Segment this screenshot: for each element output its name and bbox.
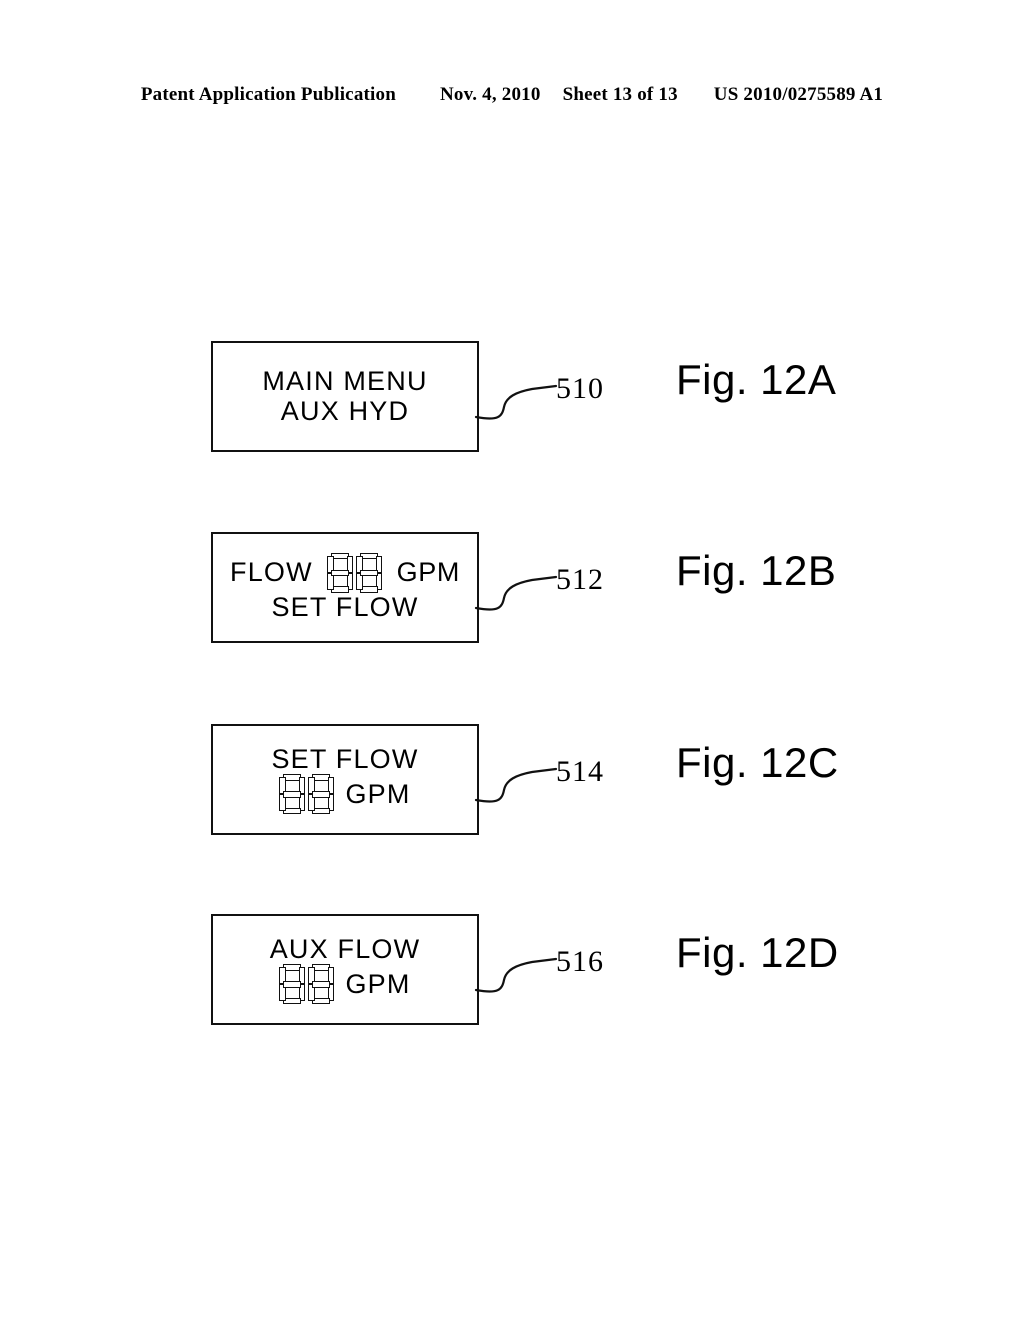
seven-segment-digit: [356, 552, 383, 593]
seven-segment-digits: [327, 552, 383, 593]
reference-numeral: 510: [556, 372, 604, 405]
display-screen-510: MAIN MENU AUX HYD: [211, 341, 479, 452]
patent-header: Patent Application Publication Nov. 4, 2…: [0, 84, 1024, 106]
display-line-2: GPM: [279, 774, 411, 815]
header-date: Nov. 4, 2010: [440, 84, 541, 105]
reference-numeral: 514: [556, 755, 604, 788]
reference-numeral: 512: [556, 563, 604, 596]
display-text: SET FLOW: [271, 591, 419, 622]
display-screen-516: AUX FLOW GPM: [211, 914, 479, 1025]
display-line-1: AUX FLOW: [269, 933, 421, 964]
header-patent-number: US 2010/0275589 A1: [713, 84, 884, 105]
reference-numeral: 516: [556, 945, 604, 978]
figure-caption: Fig. 12A: [676, 356, 837, 403]
segment-g: [331, 569, 350, 577]
seven-segment-digit: [279, 774, 306, 815]
seven-segment-digits: [279, 774, 335, 815]
flow-label: FLOW: [230, 557, 313, 588]
leader-line: [474, 767, 558, 803]
leader-line: [474, 575, 558, 611]
display-text: SET FLOW: [271, 743, 419, 774]
figure-caption: Fig. 12D: [676, 929, 839, 976]
display-line-1: MAIN MENU: [262, 367, 427, 396]
display-text: MAIN MENU: [262, 366, 428, 397]
seven-segment-digits: [279, 964, 335, 1005]
display-text: AUX HYD: [280, 395, 410, 426]
segment-g: [283, 791, 302, 798]
display-line-2: SET FLOW: [271, 591, 419, 622]
display-line-1: FLOW GPM: [224, 552, 466, 593]
figure-caption: Fig. 12C: [676, 739, 839, 786]
segment-d: [283, 997, 302, 1005]
segment-g: [312, 981, 331, 988]
segment-d: [331, 586, 350, 593]
seven-segment-digit: [327, 552, 354, 593]
display-screen-512: FLOW GPM SET FLOW: [211, 532, 479, 643]
display-line-1: SET FLOW: [271, 743, 419, 774]
segment-d: [360, 586, 379, 593]
leader-line: [474, 384, 558, 420]
segment-d: [312, 807, 331, 815]
header-sheet-number: Sheet 13 of 13: [562, 84, 678, 105]
seven-segment-digit: [308, 964, 335, 1005]
unit-label: GPM: [345, 968, 411, 999]
seven-segment-digit: [279, 964, 306, 1005]
segment-d: [312, 997, 331, 1005]
header-publication-label: Patent Application Publication: [140, 84, 396, 105]
segment-g: [360, 569, 379, 577]
segment-g: [312, 791, 331, 798]
display-screen-514: SET FLOW GPM: [211, 724, 479, 835]
leader-line: [474, 957, 558, 993]
seven-segment-digit: [308, 774, 335, 815]
figure-caption: Fig. 12B: [676, 547, 837, 594]
display-line-2: AUX HYD: [280, 395, 410, 426]
unit-label: GPM: [345, 778, 411, 809]
unit-label: GPM: [396, 557, 460, 588]
segment-g: [283, 981, 302, 988]
display-line-2: GPM: [279, 964, 411, 1005]
display-text: AUX FLOW: [269, 933, 421, 964]
segment-d: [283, 807, 302, 815]
